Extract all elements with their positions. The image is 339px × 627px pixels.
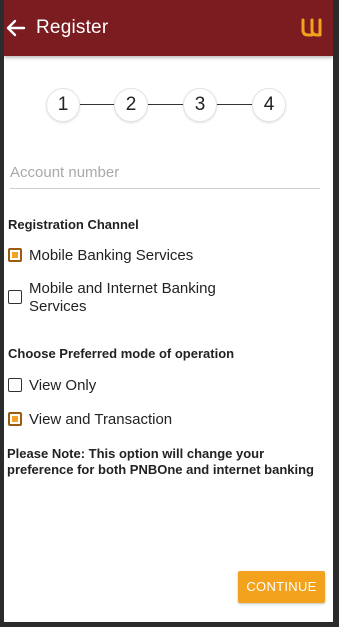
- view-only-label: View Only: [29, 377, 97, 394]
- phone-screen: Register 1 2 3 4 Registration Channel Mo…: [4, 0, 333, 622]
- continue-button[interactable]: CONTINUE: [238, 571, 325, 603]
- back-button[interactable]: [4, 14, 30, 42]
- pnb-logo-icon: [301, 18, 322, 37]
- progress-stepper: 1 2 3 4: [4, 88, 333, 122]
- app-bar: Register: [4, 0, 333, 56]
- view-transaction-checkbox[interactable]: [8, 412, 22, 426]
- step-4: 4: [252, 88, 286, 122]
- mobile-internet-banking-label-line2: Services: [29, 298, 87, 315]
- preference-note-line2: preference for both PNBOne and internet …: [7, 462, 314, 477]
- step-2: 2: [114, 88, 148, 122]
- step-1: 1: [46, 88, 80, 122]
- registration-channel-label: Registration Channel: [8, 217, 139, 232]
- mobile-banking-checkbox[interactable]: [8, 248, 22, 262]
- mobile-internet-banking-label: Mobile and Internet Banking Services: [29, 280, 216, 316]
- step-connector: [79, 104, 119, 105]
- preference-note: Please Note: This option will change you…: [7, 446, 327, 478]
- step-3: 3: [183, 88, 217, 122]
- page-title: Register: [36, 17, 109, 38]
- mobile-banking-label: Mobile Banking Services: [29, 247, 194, 264]
- mobile-internet-banking-checkbox[interactable]: [8, 290, 22, 304]
- mobile-internet-banking-label-line1: Mobile and Internet Banking: [29, 280, 216, 297]
- preferred-mode-label: Choose Preferred mode of operation: [8, 346, 235, 361]
- view-only-checkbox[interactable]: [8, 378, 22, 392]
- account-number-input[interactable]: [10, 160, 320, 189]
- view-transaction-label: View and Transaction: [29, 411, 173, 428]
- step-connector: [216, 104, 254, 105]
- step-connector: [147, 104, 185, 105]
- arrow-left-icon: [6, 19, 26, 37]
- preference-note-line1: Please Note: This option will change you…: [7, 446, 265, 461]
